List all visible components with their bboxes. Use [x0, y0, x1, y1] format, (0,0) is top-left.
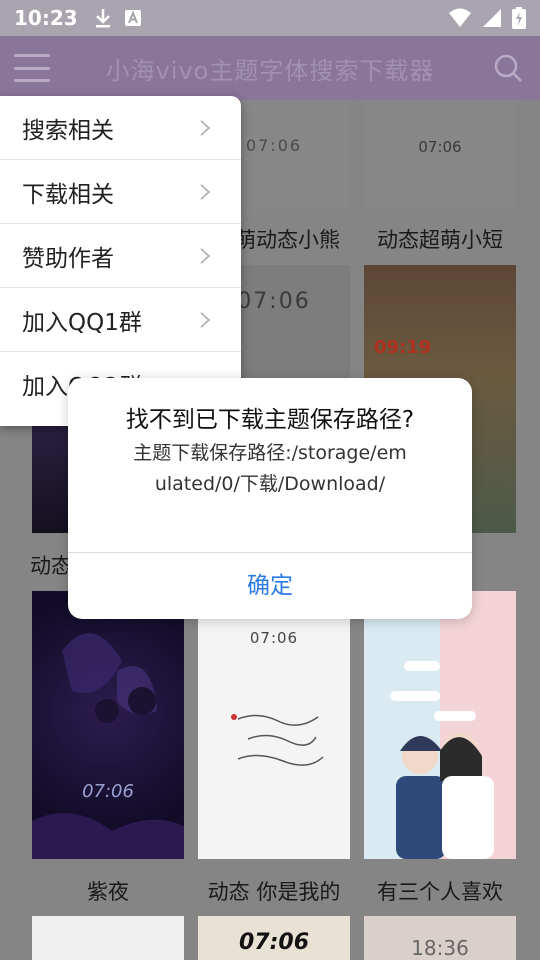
theme-thumbnail: 07:06	[198, 916, 350, 960]
menu-item-qq-group-1[interactable]: 加入QQ1群	[0, 288, 241, 352]
theme-thumbnail	[364, 591, 516, 859]
app-title: 小海vivo主题字体搜索下载器	[105, 56, 435, 85]
theme-thumbnail	[32, 916, 184, 960]
theme-card[interactable]	[364, 591, 516, 859]
theme-card[interactable]: 18:36	[364, 916, 516, 960]
search-icon[interactable]	[492, 52, 524, 84]
confirm-button[interactable]: 确定	[68, 553, 472, 619]
menu-item-download[interactable]: 下载相关	[0, 160, 241, 224]
theme-thumbnail: 18:36	[364, 916, 516, 960]
thumbnail-clock: 07:06	[82, 781, 134, 802]
theme-caption: 动态超萌小短	[377, 228, 503, 252]
keyboard-a-icon	[124, 10, 141, 26]
theme-card[interactable]: 07:06	[32, 591, 184, 859]
chevron-right-icon	[200, 248, 211, 264]
status-time: 10:23	[14, 6, 78, 30]
thumbnail-clock: 09:19	[374, 337, 432, 358]
couple-image	[390, 661, 494, 859]
theme-caption: 有三个人喜欢	[377, 880, 503, 904]
thumbnail-clock: 07:06	[238, 930, 310, 955]
download-icon	[95, 9, 110, 28]
dialog-title: 找不到已下载主题保存路径?	[125, 407, 415, 433]
path-info-dialog: 找不到已下载主题保存路径? 主题下载保存路径:/storage/emulated…	[68, 378, 472, 619]
signal-icon	[483, 9, 501, 27]
theme-thumbnail: 07:06	[198, 591, 350, 859]
chevron-right-icon	[200, 120, 211, 136]
theme-card[interactable]: 07:06	[198, 916, 350, 960]
popup-menu: 搜索相关 下载相关 赞助作者 加入QQ1群 加入QQ2群	[0, 96, 241, 426]
menu-item-label: 赞助作者	[22, 245, 114, 272]
thumbnail-clock: 07:06	[418, 138, 462, 156]
chevron-right-icon	[200, 184, 211, 200]
handwriting-image	[231, 714, 324, 766]
theme-caption: 动态 你是我的	[207, 880, 341, 904]
butterfly-figures-image	[32, 633, 184, 859]
thumbnail-clock: 18:36	[411, 936, 469, 960]
theme-card[interactable]: 07:06	[364, 100, 516, 210]
menu-item-label: 加入QQ1群	[22, 309, 142, 336]
menu-item-label: 下载相关	[22, 181, 114, 208]
menu-item-label: 搜索相关	[22, 117, 114, 144]
status-bar: 10:23	[0, 0, 540, 36]
theme-thumbnail: 07:06	[32, 591, 184, 859]
menu-item-sponsor[interactable]: 赞助作者	[0, 224, 241, 288]
chevron-right-icon	[200, 312, 211, 328]
menu-item-search[interactable]: 搜索相关	[0, 96, 241, 160]
battery-charging-icon	[512, 7, 526, 29]
theme-thumbnail: 07:06	[364, 100, 516, 210]
wifi-icon	[449, 8, 471, 27]
dialog-message: 主题下载保存路径:/storage/emulated/0/下载/Download…	[133, 442, 407, 495]
theme-card[interactable]: 07:06	[198, 591, 350, 859]
theme-card[interactable]	[32, 916, 184, 960]
app-bar: 小海vivo主题字体搜索下载器	[0, 36, 540, 100]
theme-caption: 紫夜	[87, 880, 129, 904]
